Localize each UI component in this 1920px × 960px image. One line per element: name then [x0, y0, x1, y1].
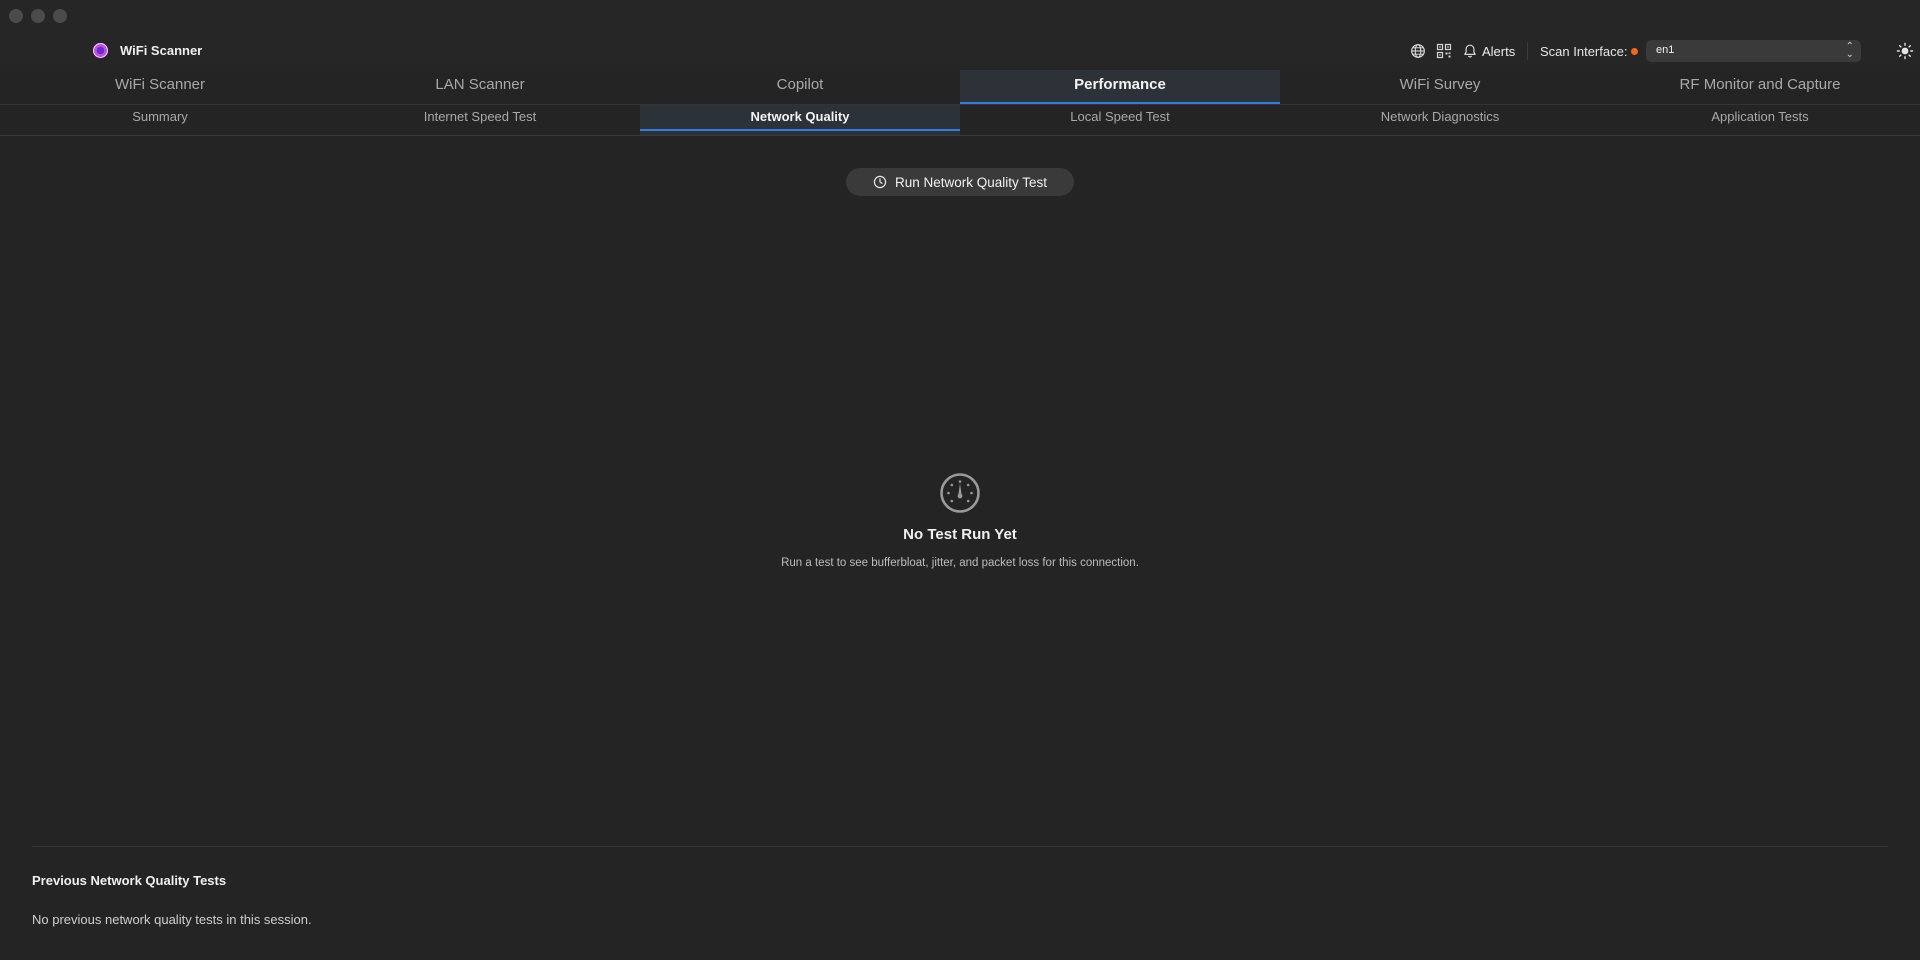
toolbar: Alerts Scan Interface: en1 ⌃ ⌄: [1410, 40, 1920, 62]
app-logo-icon: [93, 43, 108, 58]
chevron-updown-icon: ⌃ ⌄: [1845, 41, 1854, 60]
window-controls: [9, 9, 67, 23]
subtab-application-tests[interactable]: Application Tests: [1600, 105, 1920, 135]
history-empty-text: No previous network quality tests in thi…: [32, 912, 312, 927]
close-window-button[interactable]: [9, 9, 23, 23]
run-network-quality-test-button[interactable]: Run Network Quality Test: [846, 168, 1074, 196]
qr-code-icon[interactable]: [1436, 43, 1452, 59]
sub-tabs: Summary Internet Speed Test Network Qual…: [0, 105, 1920, 136]
bell-icon[interactable]: [1462, 43, 1478, 59]
toolbar-divider: [1527, 42, 1528, 60]
tab-lan-scanner[interactable]: LAN Scanner: [320, 70, 640, 104]
scan-interface-value: en1: [1656, 44, 1675, 56]
minimize-window-button[interactable]: [31, 9, 45, 23]
history-title: Previous Network Quality Tests: [32, 873, 227, 888]
subtab-local-speed-test[interactable]: Local Speed Test: [960, 105, 1280, 135]
tab-wifi-scanner[interactable]: WiFi Scanner: [0, 70, 320, 104]
tab-rf-monitor[interactable]: RF Monitor and Capture: [1600, 70, 1920, 104]
interface-status-dot: [1631, 48, 1638, 55]
empty-state-subtitle: Run a test to see bufferbloat, jitter, a…: [781, 557, 1139, 569]
alerts-button[interactable]: Alerts: [1482, 44, 1515, 59]
scan-interface-select[interactable]: en1 ⌃ ⌄: [1646, 40, 1861, 62]
zoom-window-button[interactable]: [53, 9, 67, 23]
sun-icon[interactable]: [1896, 42, 1914, 60]
main-tabs: WiFi Scanner LAN Scanner Copilot Perform…: [0, 70, 1920, 105]
scan-interface-label: Scan Interface:: [1540, 44, 1628, 59]
tab-copilot[interactable]: Copilot: [640, 70, 960, 104]
tab-wifi-survey[interactable]: WiFi Survey: [1280, 70, 1600, 104]
subtab-summary[interactable]: Summary: [0, 105, 320, 135]
app-title: WiFi Scanner: [120, 43, 203, 58]
history-divider: [32, 846, 1888, 847]
app-window: WiFi Scanner Alerts Scan Interface: en1 …: [0, 0, 1920, 960]
gauge-icon: [940, 473, 980, 513]
empty-state-title: No Test Run Yet: [903, 526, 1017, 543]
tab-performance[interactable]: Performance: [960, 70, 1280, 104]
empty-state: No Test Run Yet Run a test to see buffer…: [0, 472, 1920, 569]
globe-icon[interactable]: [1410, 43, 1426, 59]
subtab-internet-speed-test[interactable]: Internet Speed Test: [320, 105, 640, 135]
run-button-label: Run Network Quality Test: [894, 174, 1048, 190]
titlebar: WiFi Scanner Alerts Scan Interface: en1 …: [0, 0, 1920, 70]
subtab-network-diagnostics[interactable]: Network Diagnostics: [1280, 105, 1600, 135]
clock-icon: [873, 175, 887, 189]
subtab-network-quality[interactable]: Network Quality: [640, 105, 960, 135]
